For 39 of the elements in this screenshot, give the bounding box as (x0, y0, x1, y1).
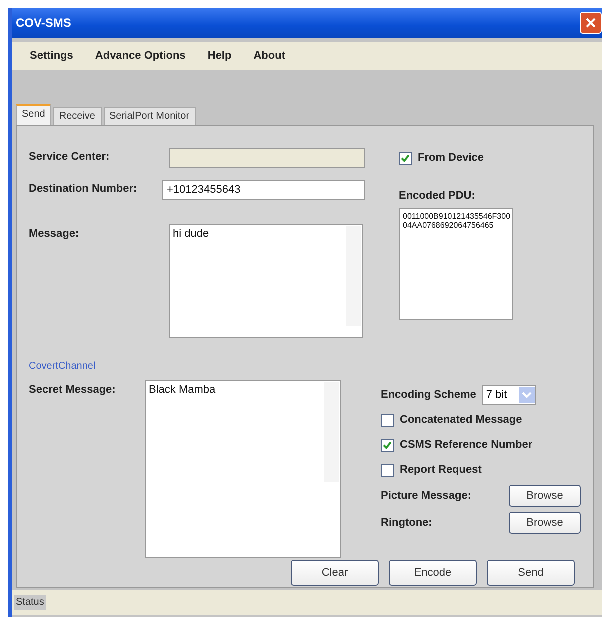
destination-field[interactable]: +10123455643 (162, 180, 365, 200)
field-label: Message: (29, 227, 80, 240)
field-label: Ringtone: (381, 517, 432, 529)
action-button[interactable]: Clear (291, 560, 379, 586)
checkbox[interactable] (399, 152, 412, 164)
action-button[interactable]: Encode (389, 560, 477, 586)
field-label: Service Center: (29, 150, 111, 163)
field-label: Picture Message: (381, 490, 472, 502)
window-title: COV-SMS (16, 16, 72, 30)
field-label: Encoding Scheme (381, 389, 476, 401)
field-label: Secret Message: (29, 383, 117, 396)
checkbox[interactable] (381, 438, 394, 452)
browse-button[interactable]: Browse (509, 512, 581, 534)
field-label: Destination Number: (29, 182, 138, 195)
browse-button[interactable]: Browse (509, 485, 581, 507)
menu-item[interactable]: About (254, 50, 286, 62)
dropdown-icon (519, 387, 536, 403)
checkbox-label: CSMS Reference Number (400, 439, 533, 451)
status-bar-text: Status (14, 595, 46, 610)
checkbox[interactable] (381, 414, 394, 426)
encoded-pdu-field[interactable]: 0011000B910121435546F300 04AA0768692064756465 (399, 208, 513, 320)
menu-item[interactable]: Advance Options (95, 50, 186, 62)
action-button[interactable]: Send (487, 560, 575, 586)
tab[interactable]: SerialPort Monitor (104, 107, 196, 125)
message-field[interactable]: hi dude (169, 224, 363, 338)
secret-message-field[interactable]: Black Mamba (145, 380, 341, 558)
checkbox[interactable] (381, 464, 394, 476)
checkbox-label: Report Request (400, 464, 482, 476)
menu-item[interactable]: Help (208, 50, 232, 62)
checkbox-label: From Device (418, 152, 484, 164)
tab[interactable]: Receive (53, 107, 102, 125)
checkbox-label: Concatenated Message (400, 414, 522, 426)
covert-channel-link[interactable]: CovertChannel (29, 361, 96, 372)
encoding-scheme-dropdown[interactable]: 7 bit (482, 385, 536, 405)
field-label: Encoded PDU: (399, 190, 476, 202)
close-button[interactable] (580, 12, 602, 34)
tab[interactable]: Send (16, 104, 52, 125)
close-icon (585, 17, 597, 29)
menu-item[interactable]: Settings (30, 50, 74, 62)
